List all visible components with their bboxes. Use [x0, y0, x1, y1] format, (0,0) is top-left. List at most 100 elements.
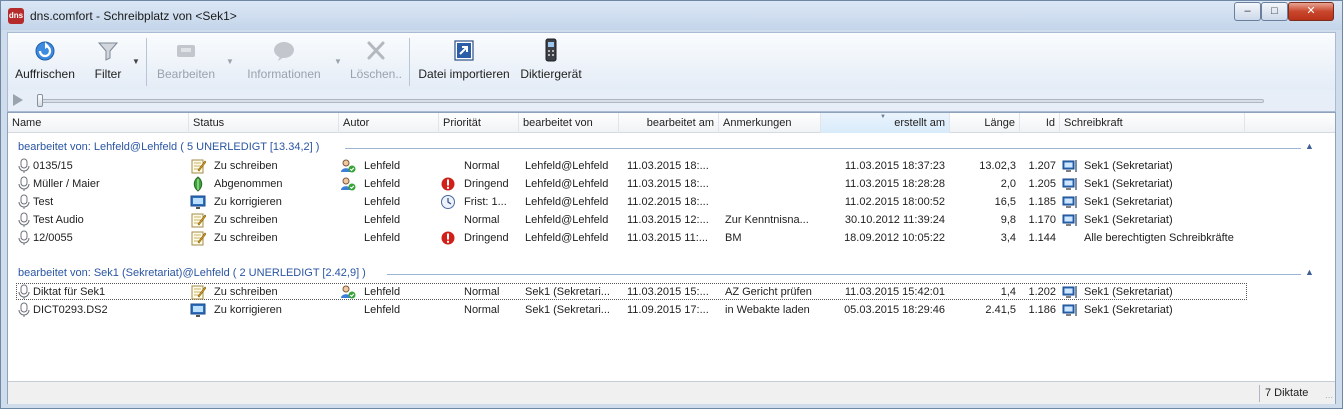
- cell-name: Test Audio: [33, 214, 84, 226]
- user-check-icon: [340, 176, 356, 192]
- cell-autor: Lehfeld: [364, 286, 401, 298]
- playback-slider-thumb[interactable]: [37, 94, 43, 107]
- cell-anmerkungen: Zur Kenntnisna...: [725, 214, 809, 226]
- play-icon[interactable]: [12, 94, 24, 109]
- column-header-name[interactable]: Name: [8, 113, 189, 133]
- cell-bearbeitet-von: Lehfeld@Lehfeld: [525, 178, 609, 190]
- group-header[interactable]: bearbeitet von: Lehfeld@Lehfeld ( 5 UNER…: [8, 139, 1335, 157]
- toolbar-separator: [409, 38, 410, 86]
- monitor-edit-icon: [190, 302, 206, 318]
- cell-erstellt-am: 30.10.2012 11:39:24: [844, 214, 945, 226]
- column-header-id[interactable]: Id: [1020, 113, 1060, 133]
- cell-laenge: 13.02,3: [979, 160, 1016, 172]
- cell-prioritaet: Dringend: [464, 178, 509, 190]
- pencil-note-icon: [190, 284, 207, 300]
- window-title: dns.comfort - Schreibplatz von <Sek1>: [30, 9, 237, 23]
- column-header-anmerkungen[interactable]: Anmerkungen: [719, 113, 821, 133]
- table-row[interactable]: 0135/15 Zu schreiben Lehfeld Normal Lehfeld@…: [8, 157, 1335, 175]
- cell-name: Diktat für Sek1: [33, 286, 106, 298]
- column-header-autor[interactable]: Autor: [339, 113, 439, 133]
- cell-schreibkraft: Sek1 (Sekretariat): [1084, 286, 1173, 298]
- monitor-user-icon: [1062, 284, 1078, 300]
- collapse-group-icon[interactable]: ▲: [1305, 267, 1314, 277]
- cell-id: 1.144: [1028, 232, 1056, 244]
- cell-anmerkungen: [725, 193, 821, 211]
- cell-id: 1.170: [1028, 214, 1056, 226]
- column-header-prioritaet[interactable]: Priorität: [439, 113, 519, 133]
- info-button[interactable]: Informationen: [242, 37, 326, 81]
- column-header-bearbeitet-am[interactable]: bearbeitet am: [619, 113, 719, 133]
- edit-button[interactable]: Bearbeiten: [154, 37, 218, 81]
- cell-bearbeitet-von: Sek1 (Sekretari...: [525, 304, 610, 316]
- cell-bearbeitet-von: Lehfeld@Lehfeld: [525, 214, 609, 226]
- refresh-button[interactable]: Auffrischen: [12, 37, 78, 81]
- cell-schreibkraft: Sek1 (Sekretariat): [1084, 160, 1173, 172]
- filter-button[interactable]: Filter: [88, 37, 128, 81]
- column-header-status[interactable]: Status: [189, 113, 339, 133]
- cell-bearbeitet-am: 11.03.2015 18:...: [627, 178, 709, 190]
- playback-slider[interactable]: [38, 99, 1264, 103]
- column-header-schreibkraft[interactable]: Schreibkraft: [1060, 113, 1245, 133]
- status-separator: [1259, 385, 1260, 402]
- import-file-button[interactable]: Datei importieren: [416, 37, 512, 81]
- info-dropdown-icon[interactable]: ▼: [334, 57, 342, 66]
- cell-bearbeitet-am: 11.02.2015 18:...: [627, 196, 709, 208]
- filter-dropdown-icon[interactable]: ▼: [132, 57, 140, 66]
- dictation-device-button[interactable]: Diktiergerät: [518, 37, 584, 81]
- cell-prioritaet: Normal: [464, 304, 500, 316]
- table-row[interactable]: Test Zu korrigieren Lehfeld Frist: 1... Lehf…: [8, 193, 1335, 211]
- table-row[interactable]: DICT0293.DS2 Zu korrigieren Lehfeld Normal S…: [8, 301, 1335, 319]
- cell-bearbeitet-von: Lehfeld@Lehfeld: [525, 232, 609, 244]
- cell-id: 1.207: [1028, 160, 1056, 172]
- cell-erstellt-am: 11.03.2015 15:42:01: [844, 286, 945, 298]
- playback-bar: [7, 90, 1336, 112]
- cell-autor: Lehfeld: [364, 304, 401, 316]
- cell-schreibkraft: Sek1 (Sekretariat): [1084, 304, 1173, 316]
- table-header: Name Status Autor Priorität bearbeitet v…: [8, 113, 1335, 133]
- resize-grip-icon[interactable]: ⋯: [1325, 393, 1333, 402]
- clock-icon: [440, 194, 456, 210]
- mic-icon: [16, 284, 32, 300]
- table-row[interactable]: Diktat für Sek1 Zu schreiben Lehfeld Normal…: [8, 283, 1335, 301]
- group-header[interactable]: bearbeitet von: Sek1 (Sekretariat)@Lehfe…: [8, 265, 1335, 283]
- table-row[interactable]: Test Audio Zu schreiben Lehfeld Normal Lehfe…: [8, 211, 1335, 229]
- collapse-group-icon[interactable]: ▲: [1305, 141, 1314, 151]
- column-header-bearbeitet-von[interactable]: bearbeitet von: [519, 113, 619, 133]
- edit-dropdown-icon[interactable]: ▼: [226, 57, 234, 66]
- cell-bearbeitet-am: 11.09.2015 17:...: [627, 304, 709, 316]
- filter-label: Filter: [94, 67, 122, 81]
- cell-id: 1.202: [1028, 286, 1056, 298]
- table-row[interactable]: 12/0055 Zu schreiben Lehfeld Dringend Lehfel…: [8, 229, 1335, 247]
- monitor-user-icon: [1062, 302, 1078, 318]
- status-bar: 7 Diktate ⋯: [8, 381, 1335, 404]
- cell-laenge: 1,4: [1000, 286, 1016, 298]
- table-row[interactable]: Müller / Maier Abgenommen Lehfeld Dringend L…: [8, 175, 1335, 193]
- column-header-laenge[interactable]: Länge: [950, 113, 1020, 133]
- cell-anmerkungen: BM: [725, 232, 742, 244]
- cell-laenge: 16,5: [994, 196, 1016, 208]
- refresh-icon: [35, 41, 55, 61]
- cell-laenge: 2.41,5: [985, 304, 1016, 316]
- maximize-button[interactable]: □: [1261, 2, 1288, 21]
- cell-anmerkungen: in Webakte laden: [725, 304, 810, 316]
- cell-name: Test: [33, 196, 54, 208]
- monitor-user-icon: [1062, 176, 1078, 192]
- sort-descending-icon: ▼: [880, 114, 886, 120]
- cell-laenge: 9,8: [1000, 214, 1016, 226]
- group-divider: [387, 274, 1301, 275]
- cell-status: Zu schreiben: [214, 286, 278, 298]
- cell-anmerkungen: AZ Gericht prüfen: [725, 286, 812, 298]
- cell-bearbeitet-am: 11.03.2015 11:...: [627, 232, 708, 244]
- urgent-icon: [440, 176, 456, 192]
- minimize-button[interactable]: –: [1234, 2, 1261, 21]
- mic-icon: [16, 302, 32, 318]
- cell-erstellt-am: 05.03.2015 18:29:46: [844, 304, 945, 316]
- mic-icon: [16, 176, 32, 192]
- cell-prioritaet: Normal: [464, 214, 500, 226]
- delete-button[interactable]: Löschen..: [348, 37, 404, 81]
- app-logo-icon: dns: [8, 8, 24, 24]
- title-bar[interactable]: dns dns.comfort - Schreibplatz von <Sek1…: [1, 1, 1342, 30]
- monitor-user-icon: [1062, 194, 1078, 210]
- close-button[interactable]: ✕: [1288, 2, 1334, 21]
- mic-icon: [16, 230, 32, 246]
